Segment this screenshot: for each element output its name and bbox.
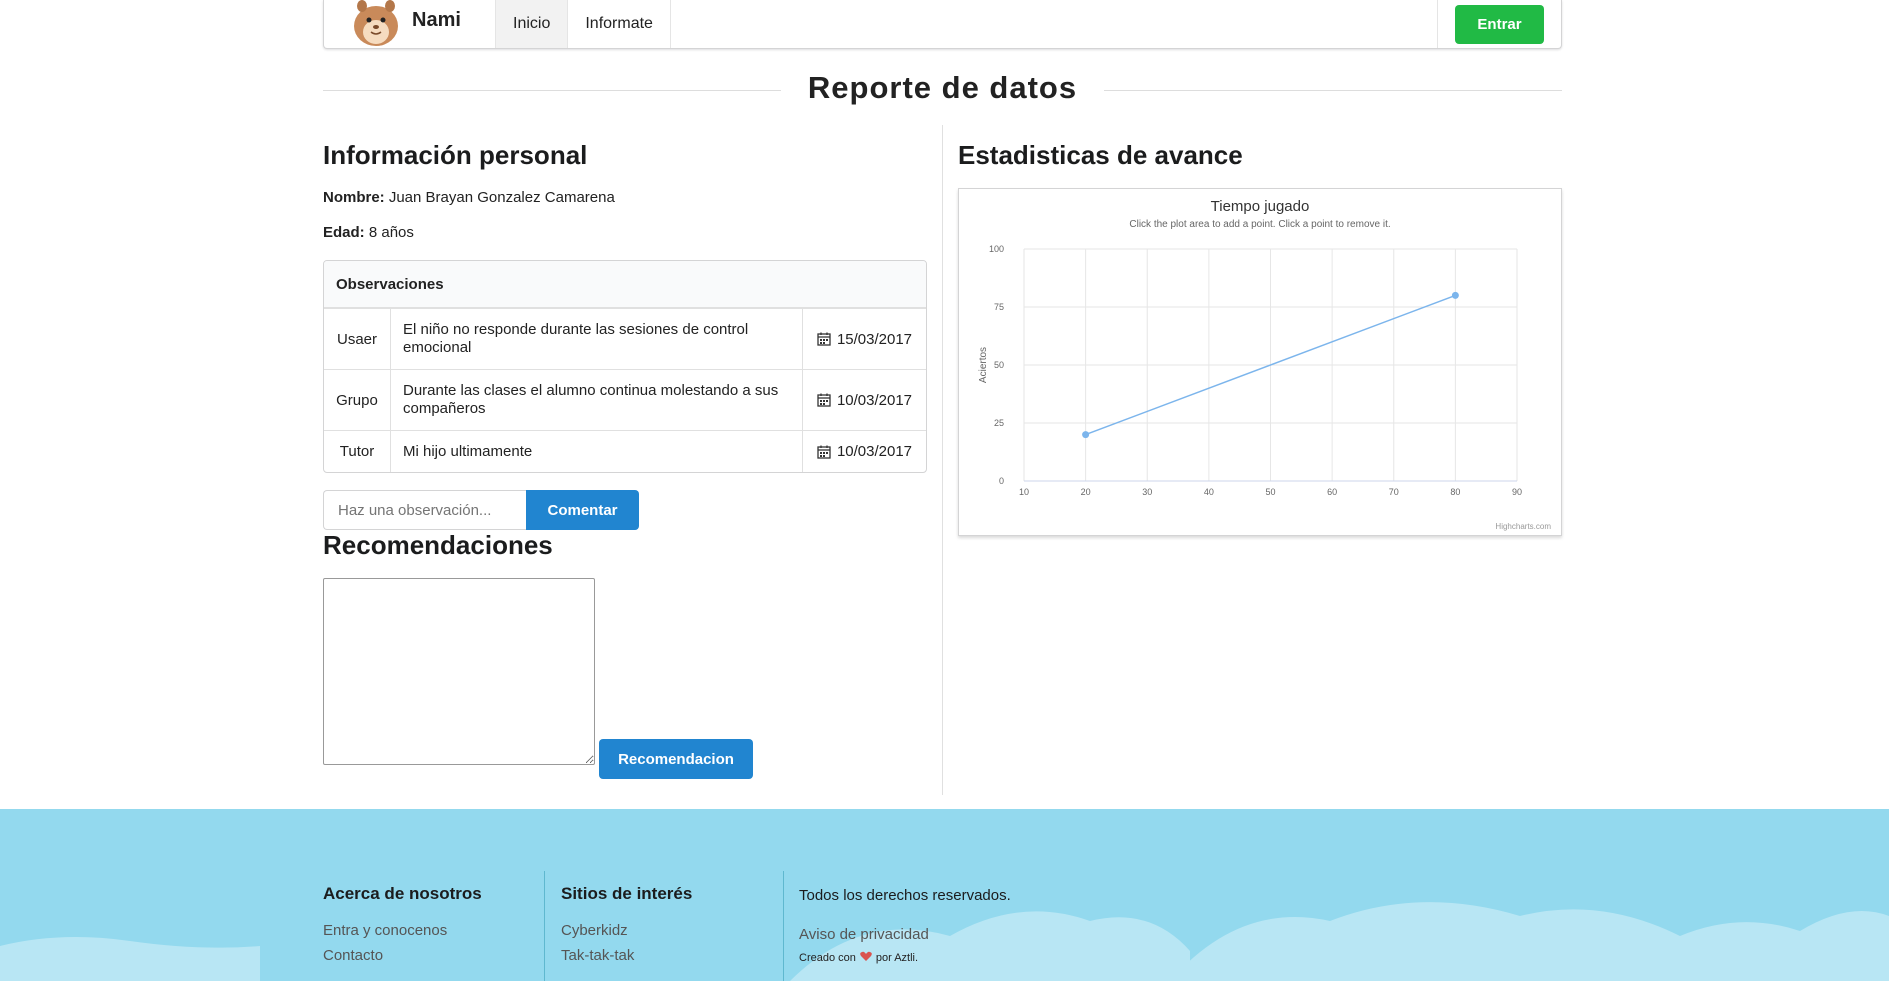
- credits-prefix: Creado con: [799, 952, 856, 964]
- column-divider: [942, 125, 943, 795]
- heart-icon: [860, 951, 872, 961]
- x-tick-label: 20: [1081, 487, 1091, 497]
- chart-ylabel: Aciertos: [978, 347, 989, 383]
- footer: Acerca de nosotros Entra y conocenos Con…: [0, 809, 1889, 981]
- brand[interactable]: Nami: [324, 0, 495, 48]
- line-chart[interactable]: Tiempo jugado Click the plot area to add…: [959, 189, 1561, 535]
- observation-author: Grupo: [324, 370, 391, 430]
- footer-credits: Creado con por Aztli.: [799, 951, 1011, 964]
- credits-suffix: por Aztli.: [875, 952, 919, 964]
- personal-info-section: Información personal Nombre: Juan Brayan…: [323, 125, 927, 241]
- footer-about-title: Acerca de nosotros: [323, 884, 482, 903]
- observation-date: 15/03/2017: [836, 330, 913, 348]
- x-tick-label: 90: [1512, 487, 1522, 497]
- name-value: Juan Brayan Gonzalez Camarena: [388, 189, 615, 206]
- y-tick-label: 25: [994, 418, 1004, 428]
- footer-divider: [544, 871, 545, 981]
- footer-divider: [783, 871, 784, 981]
- report-header: Reporte de datos: [323, 70, 1562, 110]
- hamster-logo-icon: [354, 0, 398, 46]
- age-label: Edad:: [323, 224, 365, 241]
- stats-title: Estadisticas de avance: [958, 140, 1243, 170]
- y-tick-label: 75: [994, 302, 1004, 312]
- x-tick-label: 40: [1204, 487, 1214, 497]
- recommendation-textarea[interactable]: [323, 578, 595, 765]
- chart-subtitle: Click the plot area to add a point. Clic…: [1129, 219, 1390, 230]
- brand-name: Nami: [412, 8, 461, 31]
- observation-date-cell: 15/03/2017: [803, 309, 926, 369]
- y-tick-label: 50: [994, 360, 1004, 370]
- footer-legal: Todos los derechos reservados. Aviso de …: [799, 887, 1011, 964]
- footer-rights: Todos los derechos reservados.: [799, 887, 1011, 904]
- data-point[interactable]: [1451, 291, 1459, 299]
- x-tick-label: 50: [1265, 487, 1275, 497]
- comment-form: Comentar: [323, 490, 639, 530]
- menu-right: Entrar: [1437, 0, 1561, 48]
- x-tick-label: 70: [1389, 487, 1399, 497]
- observation-text: Mi hijo ultimamente: [391, 431, 803, 472]
- menu-spacer: [671, 0, 1437, 48]
- observations-header: Observaciones: [324, 261, 926, 308]
- observation-author: Tutor: [324, 431, 391, 472]
- x-tick-label: 60: [1327, 487, 1337, 497]
- login-button[interactable]: Entrar: [1455, 4, 1544, 44]
- nav-item-inicio[interactable]: Inicio: [495, 0, 569, 48]
- comment-button[interactable]: Comentar: [526, 490, 639, 530]
- y-tick-label: 100: [989, 244, 1004, 254]
- top-menu: Nami Inicio Informate Entrar: [323, 0, 1562, 49]
- table-row: Usaer El niño no responde durante las se…: [324, 308, 926, 369]
- observation-input[interactable]: [323, 490, 526, 530]
- observation-date: 10/03/2017: [836, 443, 913, 460]
- footer-about: Acerca de nosotros Entra y conocenos Con…: [323, 884, 482, 972]
- footer-sites-title: Sitios de interés: [561, 884, 693, 903]
- observation-text: El niño no responde durante las sesiones…: [391, 309, 803, 369]
- name-row: Nombre: Juan Brayan Gonzalez Camarena: [323, 189, 927, 206]
- observations-table: Observaciones Usaer El niño no responde …: [323, 260, 927, 473]
- observation-text: Durante las clases el alumno continua mo…: [391, 370, 803, 430]
- recommendation-button[interactable]: Recomendacion: [599, 739, 753, 779]
- name-label: Nombre:: [323, 189, 385, 206]
- privacy-link[interactable]: Aviso de privacidad: [799, 926, 1011, 943]
- age-value: 8 años: [368, 224, 414, 241]
- footer-link-enter[interactable]: Entra y conocenos: [323, 922, 482, 939]
- age-row: Edad: 8 años: [323, 224, 927, 241]
- observation-date: 10/03/2017: [836, 391, 913, 409]
- personal-info-title: Información personal: [323, 140, 588, 170]
- calendar-icon: [817, 445, 831, 459]
- footer-sites: Sitios de interés Cyberkidz Tak-tak-tak: [561, 884, 692, 972]
- observation-author: Usaer: [324, 309, 391, 369]
- observation-date-cell: 10/03/2017: [803, 431, 926, 472]
- footer-link-cyberkidz[interactable]: Cyberkidz: [561, 922, 692, 939]
- table-row: Tutor Mi hijo ultimamente 10/03/2017: [324, 430, 926, 472]
- nav-item-informate[interactable]: Informate: [568, 0, 671, 48]
- recommendations-title: Recomendaciones: [323, 530, 553, 560]
- y-tick-label: 0: [999, 476, 1004, 486]
- chart-container[interactable]: Tiempo jugado Click the plot area to add…: [958, 188, 1562, 536]
- x-tick-label: 10: [1019, 487, 1029, 497]
- calendar-icon: [817, 332, 831, 346]
- x-tick-label: 30: [1142, 487, 1152, 497]
- calendar-icon: [817, 393, 831, 407]
- data-point[interactable]: [1082, 431, 1090, 439]
- footer-link-taktaktak[interactable]: Tak-tak-tak: [561, 947, 692, 964]
- footer-link-contact[interactable]: Contacto: [323, 947, 482, 964]
- chart-credit[interactable]: Highcharts.com: [1495, 522, 1551, 531]
- chart-title: Tiempo jugado: [1211, 198, 1310, 215]
- page-title: Reporte de datos: [807, 70, 1078, 105]
- table-row: Grupo Durante las clases el alumno conti…: [324, 369, 926, 430]
- x-tick-label: 80: [1450, 487, 1460, 497]
- observation-date-cell: 10/03/2017: [803, 370, 926, 430]
